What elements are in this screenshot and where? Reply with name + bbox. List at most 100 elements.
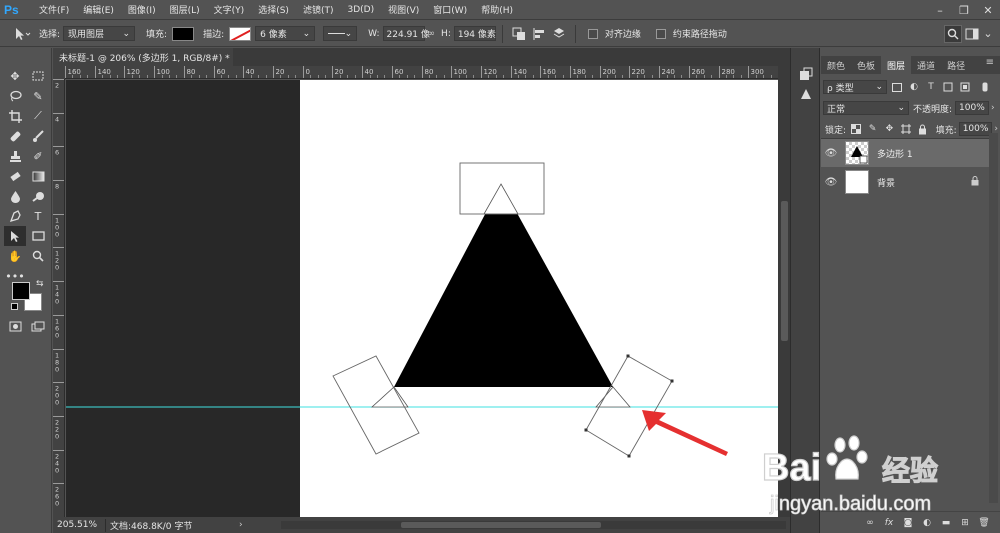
scrollbar-thumb[interactable] [781, 201, 788, 341]
menu-select[interactable]: 选择(S) [251, 3, 296, 16]
lock-position-icon[interactable]: ✥ [882, 122, 896, 136]
restore-icon[interactable]: ❐ [952, 0, 976, 20]
eyedropper-tool-icon[interactable]: ⟋ [27, 106, 49, 126]
healing-brush-tool-icon[interactable] [4, 126, 26, 146]
rectangle-tool-icon[interactable] [27, 226, 49, 246]
vertical-scrollbar[interactable] [778, 66, 790, 517]
history-brush-tool-icon[interactable]: ✐ [27, 146, 49, 166]
height-input[interactable]: 194 像素 [453, 26, 496, 41]
chevron-down-icon[interactable]: ⌄ [982, 25, 994, 43]
menu-help[interactable]: 帮助(H) [474, 3, 520, 16]
swap-colors-icon[interactable]: ⇆ [36, 279, 44, 289]
chevron-right-icon[interactable]: › [991, 103, 995, 113]
document-tab[interactable]: 未标题-1 @ 206% (多边形 1, RGB/8#) * × [53, 48, 245, 66]
blend-mode-dropdown[interactable]: 正常 ⌄ [823, 101, 909, 115]
quick-select-tool-icon[interactable]: ✎ [27, 86, 49, 106]
menu-3d[interactable]: 3D(D) [340, 5, 381, 15]
align-edges-checkbox[interactable] [587, 28, 598, 39]
ruler-horizontal[interactable]: 160 140 120 100 80 60 40 20 0 20 40 60 80 100 120 140 16… [65, 66, 778, 79]
anchor-point[interactable] [584, 428, 588, 432]
menu-edit[interactable]: 编辑(E) [76, 3, 121, 16]
zoom-level[interactable]: 205.51% [53, 520, 105, 530]
hand-tool-icon[interactable]: ✋ [4, 246, 26, 266]
filter-type-icon[interactable]: T [924, 80, 938, 94]
stroke-size-input[interactable]: 6 像素 ⌄ [255, 26, 316, 41]
canvas-area[interactable] [66, 80, 778, 517]
eye-icon[interactable]: 👁 [821, 148, 841, 159]
layer-row-polygon[interactable]: 👁 多边形 1 [821, 139, 989, 167]
panel-menu-icon[interactable]: ≡ [986, 57, 994, 68]
anchor-point[interactable] [627, 454, 631, 458]
lock-all-icon[interactable] [916, 122, 930, 136]
fill-input[interactable]: 100% [958, 122, 993, 136]
filter-toggle-icon[interactable] [978, 80, 992, 94]
layer-kind-filter[interactable]: ρ 类型 ⌄ [823, 80, 887, 94]
link-icon[interactable]: ∞ [428, 29, 436, 39]
tab-layers[interactable]: 图层 [881, 56, 912, 74]
filter-shape-icon[interactable] [941, 80, 955, 94]
ruler-origin[interactable] [53, 66, 65, 79]
filter-smart-object-icon[interactable] [958, 80, 972, 94]
move-tool-icon[interactable]: ✥ [4, 66, 26, 86]
menu-window[interactable]: 窗口(W) [426, 3, 474, 16]
zoom-tool-icon[interactable] [27, 246, 49, 266]
workspace-icon[interactable] [962, 25, 982, 43]
history-panel-icon[interactable] [797, 66, 815, 82]
tab-channels[interactable]: 通道 [911, 56, 941, 74]
status-arrow-icon[interactable]: › [239, 520, 243, 530]
actions-panel-icon[interactable] [797, 86, 815, 102]
type-tool-icon[interactable]: T [27, 206, 49, 226]
anchor-point[interactable] [670, 379, 674, 383]
brush-tool-icon[interactable] [27, 126, 49, 146]
lock-image-icon[interactable]: ✎ [866, 122, 880, 136]
select-dropdown[interactable]: 现用图层 ⌄ [63, 26, 136, 41]
close-icon[interactable]: ✕ [976, 0, 1000, 20]
anchor-point[interactable] [626, 354, 630, 358]
path-selection-tool-icon[interactable] [4, 226, 26, 246]
filter-adjustment-icon[interactable]: ◐ [907, 80, 921, 94]
constrain-path-checkbox[interactable] [655, 28, 666, 39]
new-layer-icon[interactable]: ⊞ [957, 518, 973, 528]
eraser-tool-icon[interactable] [4, 166, 26, 186]
panel-scrollbar[interactable] [989, 133, 998, 503]
link-icon[interactable]: ∞ [862, 518, 878, 528]
path-operations-icon[interactable] [509, 25, 529, 43]
dodge-tool-icon[interactable] [27, 186, 49, 206]
group-icon[interactable]: ▬ [938, 518, 954, 528]
menu-image[interactable]: 图像(I) [121, 3, 163, 16]
adjustment-icon[interactable]: ◐ [919, 518, 935, 528]
blur-tool-icon[interactable] [4, 186, 26, 206]
path-arrangement-icon[interactable] [549, 25, 569, 43]
scrollbar-thumb[interactable] [401, 522, 601, 528]
minimize-icon[interactable]: – [928, 0, 952, 20]
foreground-color-swatch[interactable] [12, 282, 30, 300]
menu-layer[interactable]: 图层(L) [163, 3, 207, 16]
tab-swatches[interactable]: 色板 [851, 56, 881, 74]
path-alignment-icon[interactable] [529, 25, 549, 43]
stroke-color-swatch[interactable] [229, 26, 252, 41]
quick-mask-icon[interactable] [4, 316, 26, 336]
ruler-vertical[interactable]: 2468100120140160180200220240260 [53, 79, 65, 517]
pen-tool-icon[interactable] [4, 206, 26, 226]
lasso-tool-icon[interactable] [4, 86, 26, 106]
tab-paths[interactable]: 路径 [941, 56, 971, 74]
delete-icon[interactable]: 🗑 [976, 518, 992, 528]
crop-tool-icon[interactable] [4, 106, 26, 126]
menu-file[interactable]: 文件(F) [32, 3, 76, 16]
path-selection-tool-preset-icon[interactable] [8, 24, 36, 44]
lock-transparent-icon[interactable] [849, 122, 863, 136]
fill-color-swatch[interactable] [172, 26, 195, 41]
lock-artboard-icon[interactable] [899, 122, 913, 136]
fx-icon[interactable]: fx [881, 518, 897, 528]
menu-type[interactable]: 文字(Y) [207, 3, 252, 16]
filter-pixel-icon[interactable] [890, 80, 904, 94]
opacity-input[interactable]: 100% [955, 101, 990, 115]
layer-row-background[interactable]: 👁 背景 [821, 168, 989, 196]
mask-icon[interactable]: ◙ [900, 518, 916, 528]
horizontal-scrollbar[interactable] [281, 521, 786, 529]
tab-color[interactable]: 颜色 [821, 56, 851, 74]
gradient-tool-icon[interactable] [27, 166, 49, 186]
marquee-tool-icon[interactable] [27, 66, 49, 86]
menu-filter[interactable]: 滤镜(T) [296, 3, 341, 16]
stroke-type-dropdown[interactable]: ⌄ [323, 26, 358, 41]
